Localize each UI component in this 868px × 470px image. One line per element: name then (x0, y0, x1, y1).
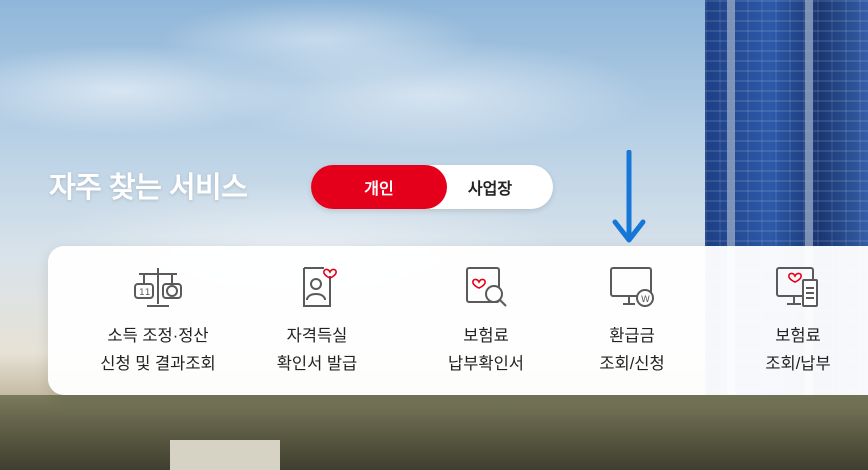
service-label-line1: 환급금 (609, 327, 655, 345)
service-label-line1: 보험료 (463, 327, 509, 345)
svg-text:W: W (641, 295, 650, 305)
service-eligibility-certificate[interactable]: 자격득실 확인서 발급 (232, 246, 402, 395)
service-label-line1: 보험료 (775, 327, 821, 345)
monitor-coin-icon: W (610, 267, 654, 307)
service-label-line2: 납부확인서 (448, 355, 524, 373)
certificate-person-icon (303, 267, 337, 307)
user-type-toggle: 사업장 개인 (311, 165, 553, 209)
service-payment-confirmation[interactable]: 보험료 납부확인서 (401, 246, 571, 395)
computer-receipt-icon (776, 267, 818, 307)
service-label-line2: 조회/신청 (599, 355, 665, 373)
service-label-line1: 소득 조정·정산 (107, 327, 209, 345)
svg-text:11: 11 (139, 288, 150, 298)
service-premium-payment[interactable]: 보험료 조회/납부 (713, 246, 868, 395)
service-income-adjustment[interactable]: 11 소득 조정·정산 신청 및 결과조회 (73, 246, 243, 395)
tab-personal[interactable]: 개인 (311, 165, 447, 209)
treeline-background (0, 395, 868, 470)
service-label-line2: 조회/납부 (765, 355, 831, 373)
service-panel: 11 소득 조정·정산 신청 및 결과조회 자격득실 확인서 발급 보험료 납부… (48, 246, 868, 395)
service-label-line1: 자격득실 (286, 327, 348, 345)
arrow-down-icon (612, 150, 646, 243)
service-refund-inquiry[interactable]: W 환급금 조회/신청 (547, 246, 717, 395)
low-building-background (170, 440, 280, 470)
section-title: 자주 찾는 서비스 (49, 172, 248, 204)
scale-icon: 11 (134, 268, 182, 307)
service-label-line2: 신청 및 결과조회 (100, 355, 216, 373)
search-document-icon (466, 267, 507, 307)
service-label-line2: 확인서 발급 (276, 355, 358, 373)
